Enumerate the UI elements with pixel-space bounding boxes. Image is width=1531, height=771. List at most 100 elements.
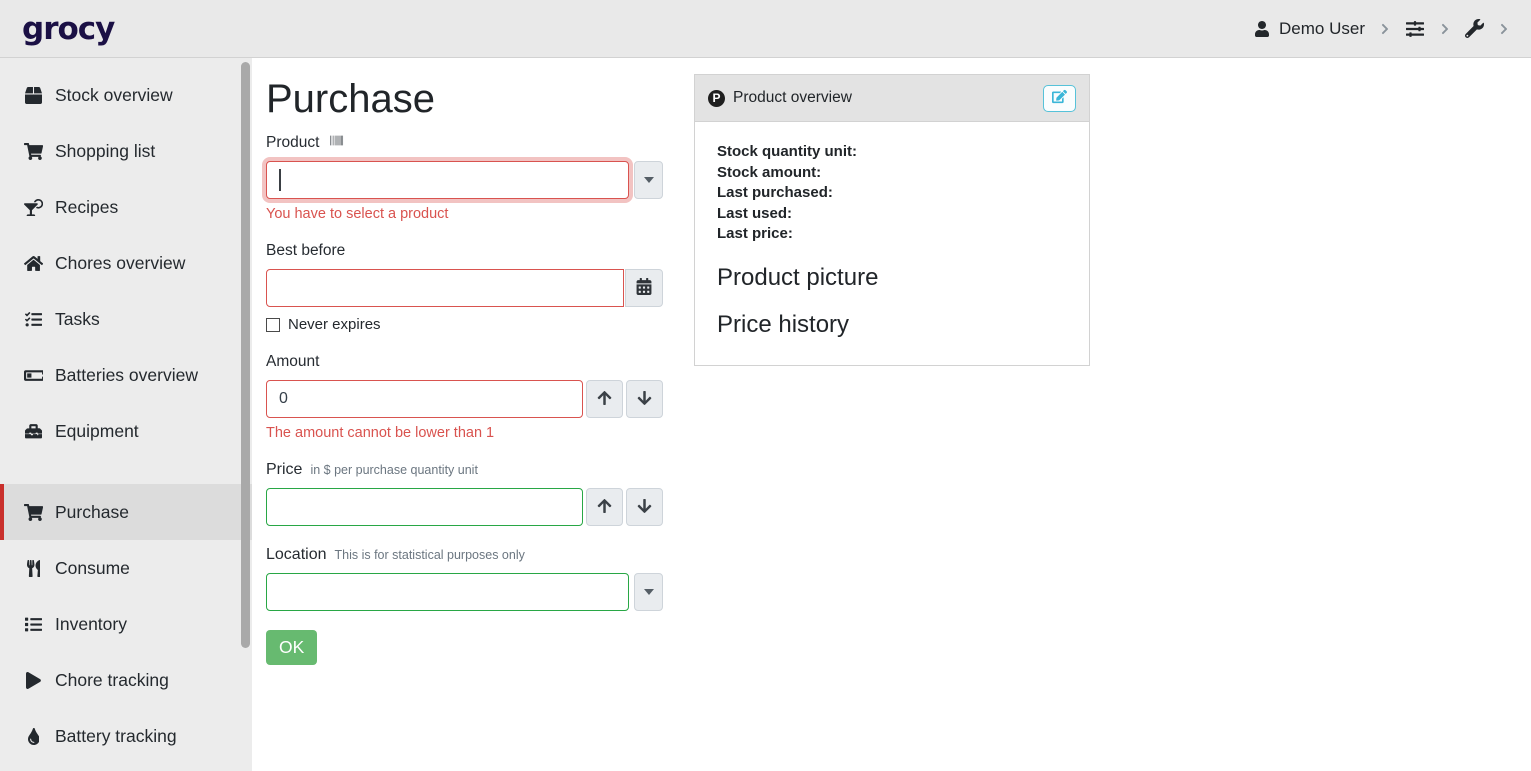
- user-menu[interactable]: Demo User: [1254, 19, 1365, 39]
- sidebar-item-batteries-overview[interactable]: Batteries overview: [0, 347, 252, 403]
- sidebar-item-label: Consume: [55, 558, 130, 579]
- edit-icon: [1052, 89, 1067, 107]
- location-group: Location This is for statistical purpose…: [266, 546, 663, 611]
- purchase-form: Product You have to select a product Bes…: [266, 134, 663, 665]
- sidebar-item-purchase[interactable]: Purchase: [0, 484, 252, 540]
- sidebar-item-label: Inventory: [55, 614, 127, 635]
- stat-stock-quantity-unit: Stock quantity unit:: [717, 142, 1067, 163]
- grocy-logo[interactable]: grocy: [22, 11, 114, 47]
- arrow-up-icon: [597, 498, 612, 517]
- arrow-down-icon: [637, 390, 652, 409]
- play-icon: [21, 672, 46, 689]
- shopping-cart-icon: [21, 504, 46, 521]
- cocktail-icon: [21, 199, 46, 216]
- stat-last-price: Last price:: [717, 224, 1067, 245]
- box-icon: [21, 87, 46, 104]
- amount-error: The amount cannot be lower than 1: [266, 425, 663, 441]
- sidebar-item-chore-tracking[interactable]: Chore tracking: [0, 652, 252, 708]
- list-icon: [21, 616, 46, 633]
- amount-input[interactable]: [266, 380, 583, 418]
- product-error: You have to select a product: [266, 206, 663, 222]
- sidebar-item-label: Recipes: [55, 197, 118, 218]
- barcode-icon: [327, 134, 346, 147]
- sidebar-item-label: Battery tracking: [55, 726, 177, 747]
- sidebar-item-chores-overview[interactable]: Chores overview: [0, 235, 252, 291]
- battery-icon: [21, 367, 46, 384]
- best-before-group: Best before Never expires: [266, 242, 663, 333]
- location-hint: This is for statistical purposes only: [335, 548, 525, 562]
- amount-decrement-button[interactable]: [626, 380, 663, 418]
- sidebar-item-tasks[interactable]: Tasks: [0, 291, 252, 347]
- sidebar-item-label: Stock overview: [55, 85, 173, 106]
- card-title-row: P Product overview: [708, 89, 852, 107]
- price-hint: in $ per purchase quantity unit: [310, 463, 477, 477]
- stat-stock-amount: Stock amount:: [717, 163, 1067, 184]
- location-input[interactable]: [266, 573, 629, 611]
- sliders-icon: [1405, 20, 1425, 38]
- product-dropdown-button[interactable]: [634, 161, 663, 199]
- card-body: Stock quantity unit: Stock amount: Last …: [695, 122, 1089, 365]
- settings-menu[interactable]: [1405, 20, 1425, 38]
- sidebar-item-recipes[interactable]: Recipes: [0, 179, 252, 235]
- sidebar: Stock overview Shopping list Recipes Cho…: [0, 58, 252, 771]
- price-input[interactable]: [266, 488, 583, 526]
- price-history-heading: Price history: [717, 311, 1067, 339]
- text-cursor: [279, 169, 281, 191]
- tasks-icon: [21, 311, 46, 328]
- never-expires-row: Never expires: [266, 316, 663, 333]
- sidebar-item-label: Tasks: [55, 309, 100, 330]
- best-before-label: Best before: [266, 242, 345, 260]
- chevron-right-icon: [1380, 23, 1390, 35]
- never-expires-label: Never expires: [288, 316, 381, 333]
- drop-icon: [21, 728, 46, 745]
- edit-product-button[interactable]: [1043, 85, 1076, 112]
- admin-menu[interactable]: [1465, 19, 1484, 38]
- sidebar-item-stock-overview[interactable]: Stock overview: [0, 67, 252, 123]
- user-name: Demo User: [1279, 19, 1365, 39]
- best-before-input[interactable]: [266, 269, 624, 307]
- sidebar-item-shopping-list[interactable]: Shopping list: [0, 123, 252, 179]
- sidebar-item-label: Purchase: [55, 502, 129, 523]
- arrow-down-icon: [637, 498, 652, 517]
- amount-label: Amount: [266, 353, 319, 371]
- toolbox-icon: [21, 423, 46, 440]
- sidebar-item-battery-tracking[interactable]: Battery tracking: [0, 708, 252, 764]
- product-picture-heading: Product picture: [717, 264, 1067, 292]
- topbar-menu: Demo User: [1254, 19, 1509, 39]
- calendar-button[interactable]: [625, 269, 663, 307]
- chevron-right-icon: [1499, 23, 1509, 35]
- sidebar-item-inventory[interactable]: Inventory: [0, 596, 252, 652]
- product-overview-card: P Product overview Stock quantity unit: …: [694, 74, 1090, 366]
- sidebar-item-equipment[interactable]: Equipment: [0, 403, 252, 459]
- product-label: Product: [266, 134, 319, 152]
- chevron-right-icon: [1440, 23, 1450, 35]
- sidebar-item-label: Batteries overview: [55, 365, 198, 386]
- amount-increment-button[interactable]: [586, 380, 623, 418]
- card-title: Product overview: [733, 89, 852, 107]
- caret-down-icon: [644, 177, 654, 183]
- sidebar-item-consume[interactable]: Consume: [0, 540, 252, 596]
- sidebar-item-label: Equipment: [55, 421, 139, 442]
- price-label: Price: [266, 461, 302, 479]
- topbar: grocy Demo User: [0, 0, 1531, 58]
- ok-button[interactable]: OK: [266, 630, 317, 665]
- stat-last-purchased: Last purchased:: [717, 183, 1067, 204]
- wrench-icon: [1465, 19, 1484, 38]
- sidebar-item-label: Chore tracking: [55, 670, 169, 691]
- calendar-icon: [636, 278, 652, 298]
- stat-last-used: Last used:: [717, 204, 1067, 225]
- home-icon: [21, 255, 46, 272]
- product-input[interactable]: [266, 161, 629, 199]
- sidebar-scrollbar[interactable]: [241, 62, 250, 648]
- product-group: Product You have to select a product: [266, 134, 663, 222]
- utensils-icon: [21, 560, 46, 577]
- price-decrement-button[interactable]: [626, 488, 663, 526]
- user-icon: [1254, 21, 1270, 37]
- arrow-up-icon: [597, 390, 612, 409]
- location-dropdown-button[interactable]: [634, 573, 663, 611]
- price-group: Price in $ per purchase quantity unit: [266, 461, 663, 526]
- sidebar-item-label: Chores overview: [55, 253, 185, 274]
- location-label: Location: [266, 546, 327, 564]
- price-increment-button[interactable]: [586, 488, 623, 526]
- never-expires-checkbox[interactable]: [266, 318, 280, 332]
